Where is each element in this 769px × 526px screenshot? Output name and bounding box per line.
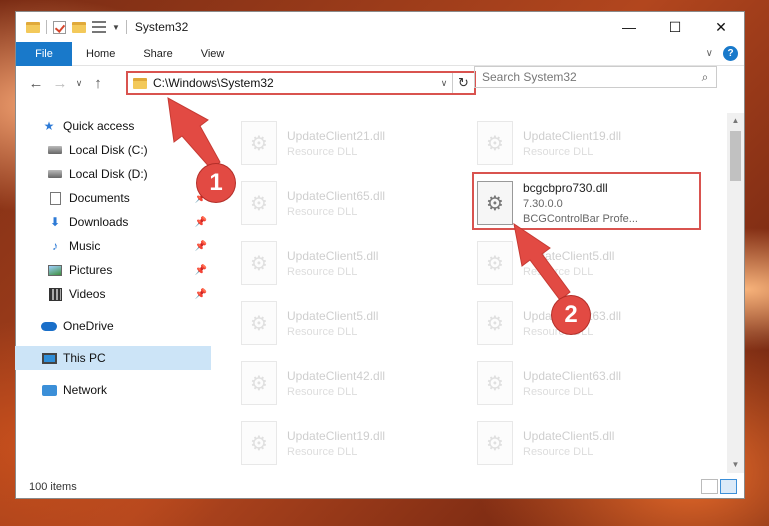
gear-icon: ⚙ bbox=[241, 241, 277, 285]
item-count: 100 items bbox=[29, 481, 77, 493]
file-name: UpdateClient19.dll bbox=[287, 428, 386, 443]
file-item[interactable]: ⚙ UpdateClient19.dll Resource DLL bbox=[241, 417, 471, 469]
status-bar: 100 items bbox=[15, 475, 743, 499]
file-list: ⚙ UpdateClient21.dll Resource DLL ⚙ Updat… bbox=[213, 113, 727, 473]
sidebar-item-label: Local Disk (D:) bbox=[69, 167, 148, 181]
pin-icon[interactable]: 📌 bbox=[195, 289, 207, 300]
file-type: Resource DLL bbox=[523, 385, 594, 398]
details-view-icon[interactable] bbox=[701, 479, 718, 494]
pin-icon[interactable]: 📌 bbox=[195, 217, 207, 228]
view-toggle bbox=[701, 479, 737, 494]
step-badge-2: 2 bbox=[552, 296, 590, 334]
gear-icon: ⚙ bbox=[477, 241, 513, 285]
gear-icon: ⚙ bbox=[477, 421, 513, 465]
sidebar-item-music[interactable]: ♪ Music 📌 bbox=[15, 234, 211, 258]
sidebar-item-local-disk-d[interactable]: Local Disk (D:) bbox=[15, 162, 211, 186]
sidebar-item-label: This PC bbox=[63, 351, 106, 365]
file-type: Resource DLL bbox=[287, 265, 358, 278]
file-name: UpdateClient5.dll bbox=[287, 248, 379, 263]
file-item[interactable]: ⚙ UpdateClient21.dll Resource DLL bbox=[241, 117, 471, 169]
sidebar-item-label: Pictures bbox=[69, 263, 113, 277]
sidebar-item-onedrive[interactable]: OneDrive bbox=[15, 314, 211, 338]
sidebar-item-label: Network bbox=[63, 383, 108, 397]
downloads-icon: ⬇ bbox=[49, 215, 61, 229]
disk-icon bbox=[47, 143, 63, 157]
sidebar-item-label: Local Disk (C:) bbox=[69, 143, 148, 157]
gear-icon: ⚙ bbox=[477, 361, 513, 405]
file-type: Resource DLL bbox=[523, 145, 594, 158]
file-type: Resource DLL bbox=[523, 265, 594, 278]
gear-icon: ⚙ bbox=[241, 361, 277, 405]
step-badge-1: 1 bbox=[197, 164, 235, 202]
videos-icon bbox=[47, 287, 63, 301]
file-item[interactable]: ⚙ UpdateClient63.dll Resource DLL bbox=[477, 357, 707, 409]
sidebar-item-this-pc[interactable]: This PC bbox=[15, 346, 211, 370]
file-type: Resource DLL bbox=[523, 445, 594, 458]
scroll-down-icon[interactable]: ▼ bbox=[727, 457, 744, 473]
file-type: Resource DLL bbox=[287, 385, 358, 398]
file-item[interactable]: ⚙ UpdateClient65.dll Resource DLL bbox=[241, 177, 471, 229]
navigation-pane: ★ Quick access Local Disk (C:) Local Dis… bbox=[15, 113, 211, 473]
tiles-view-icon[interactable] bbox=[720, 479, 737, 494]
file-type: Resource DLL bbox=[287, 325, 358, 338]
network-icon bbox=[41, 383, 57, 397]
sidebar-item-label: Quick access bbox=[63, 119, 135, 133]
file-name: UpdateClient65.dll bbox=[287, 188, 386, 203]
star-icon: ★ bbox=[43, 119, 55, 133]
gear-icon: ⚙ bbox=[241, 301, 277, 345]
gear-icon: ⚙ bbox=[477, 121, 513, 165]
sidebar-item-documents[interactable]: Documents 📌 bbox=[15, 186, 211, 210]
pictures-icon bbox=[47, 263, 63, 277]
file-name: UpdateClient63.dll bbox=[523, 368, 622, 383]
file-item[interactable]: ⚙ UpdateClient5.dll Resource DLL bbox=[477, 237, 707, 289]
file-name: UpdateClient19.dll bbox=[523, 128, 622, 143]
sidebar-item-label: Music bbox=[69, 239, 101, 253]
window-body: ★ Quick access Local Disk (C:) Local Dis… bbox=[15, 11, 745, 499]
file-item[interactable]: ⚙ UpdateClient5.dll Resource DLL bbox=[477, 417, 707, 469]
documents-icon bbox=[47, 191, 63, 205]
sidebar-item-label: Videos bbox=[69, 287, 106, 301]
pin-icon[interactable]: 📌 bbox=[195, 265, 207, 276]
sidebar-item-label: OneDrive bbox=[63, 319, 114, 333]
file-item[interactable]: ⚙ UpdateClient5.dll Resource DLL bbox=[241, 237, 471, 289]
scroll-up-icon[interactable]: ▲ bbox=[727, 113, 744, 129]
sidebar-item-videos[interactable]: Videos 📌 bbox=[15, 282, 211, 306]
file-item[interactable]: ⚙ UpdateClient5.dll Resource DLL bbox=[241, 297, 471, 349]
sidebar-item-pictures[interactable]: Pictures 📌 bbox=[15, 258, 211, 282]
file-name: UpdateClient42.dll bbox=[287, 368, 386, 383]
gear-icon: ⚙ bbox=[477, 301, 513, 345]
pin-icon[interactable]: 📌 bbox=[195, 241, 207, 252]
file-item[interactable]: ⚙ UpdateClient19.dll Resource DLL bbox=[477, 117, 707, 169]
sidebar-item-downloads[interactable]: ⬇ Downloads 📌 bbox=[15, 210, 211, 234]
disk-icon bbox=[47, 167, 63, 181]
sidebar-item-quick-access[interactable]: ★ Quick access bbox=[15, 114, 211, 138]
scrollbar-thumb[interactable] bbox=[730, 131, 741, 181]
vertical-scrollbar[interactable]: ▲ ▼ bbox=[727, 113, 744, 473]
cloud-icon bbox=[41, 319, 57, 333]
gear-icon: ⚙ bbox=[241, 421, 277, 465]
sidebar-item-label: Downloads bbox=[69, 215, 129, 229]
sidebar-item-local-disk-c[interactable]: Local Disk (C:) bbox=[15, 138, 211, 162]
file-name: UpdateClient5.dll bbox=[287, 308, 379, 323]
file-type: Resource DLL bbox=[287, 145, 358, 158]
file-item[interactable]: ⚙ UpdateClient63.dllResource DLL bbox=[477, 297, 707, 349]
file-item[interactable]: ⚙ UpdateClient42.dll Resource DLL bbox=[241, 357, 471, 409]
file-name: UpdateClient5.dll bbox=[523, 428, 615, 443]
file-name: UpdateClient21.dll bbox=[287, 128, 386, 143]
sidebar-item-label: Documents bbox=[69, 191, 130, 205]
gear-icon: ⚙ bbox=[241, 181, 277, 225]
music-icon: ♪ bbox=[52, 239, 58, 253]
file-name: UpdateClient5.dll bbox=[523, 248, 615, 263]
sidebar-item-network[interactable]: Network bbox=[15, 378, 211, 402]
computer-icon bbox=[41, 351, 57, 365]
file-highlight-frame bbox=[472, 172, 701, 230]
gear-icon: ⚙ bbox=[241, 121, 277, 165]
file-type: Resource DLL bbox=[287, 445, 358, 458]
file-type: Resource DLL bbox=[287, 205, 358, 218]
